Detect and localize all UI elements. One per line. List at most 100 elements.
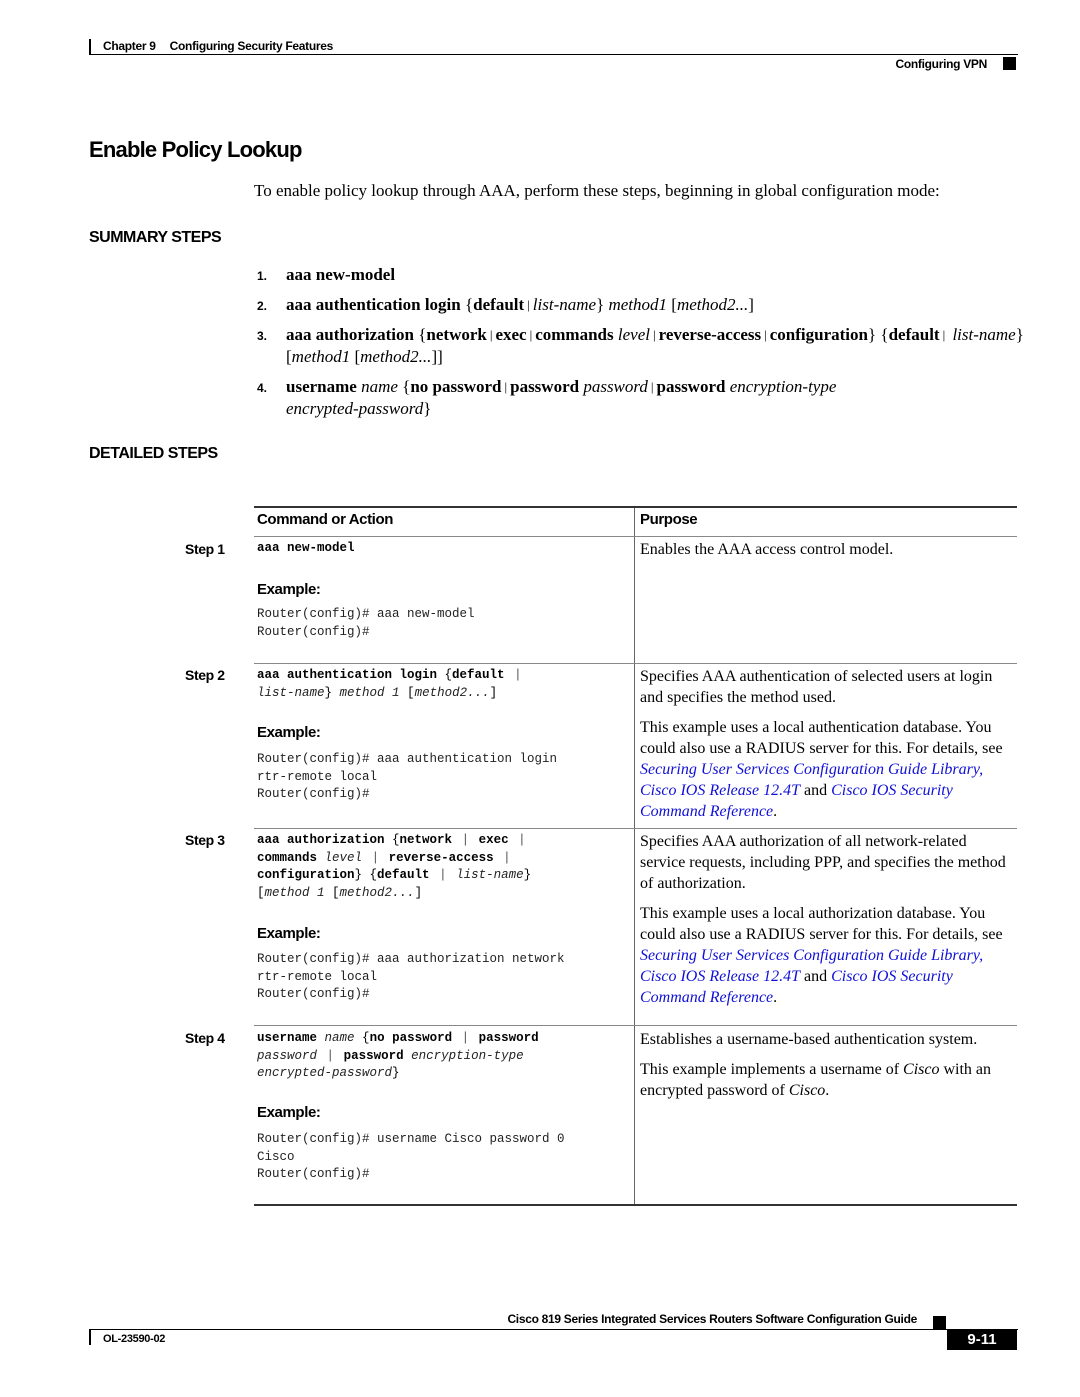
step-command: aaa new-model — [257, 540, 355, 558]
column-header-purpose: Purpose — [640, 511, 698, 528]
command-keyword: aaa authorization — [286, 325, 414, 344]
purpose-text: This example uses a local authentication… — [640, 719, 1003, 820]
example-code: Router(config)# username Cisco password … — [257, 1131, 565, 1184]
command-keyword: no password — [369, 1031, 453, 1045]
summary-steps-heading: SUMMARY STEPS — [89, 229, 222, 246]
command-keyword: exec — [478, 833, 509, 847]
command-keyword: exec — [495, 325, 527, 344]
step-number: 3. — [257, 329, 268, 343]
step-command: username name {no password | password pa… — [257, 1031, 539, 1080]
command-keyword: default — [473, 295, 525, 314]
command-keyword: no password — [410, 377, 502, 396]
step-label: Step 2 — [185, 667, 225, 683]
command-arg: list-name — [952, 325, 1016, 344]
summary-step: 3. aaa authorization {network | exec | comma… — [257, 325, 1024, 366]
command-arg: list-name — [456, 868, 524, 882]
row-rule — [254, 663, 1017, 664]
command-keyword: aaa new-model — [257, 541, 355, 555]
detailed-steps-heading: DETAILED STEPS — [89, 445, 218, 462]
command-keyword: configuration — [257, 868, 355, 882]
command-arg: method 1 — [264, 885, 325, 900]
step-number: 4. — [257, 381, 268, 395]
step-label: Step 1 — [185, 541, 225, 557]
code-line: Router(config)# aaa authorization networ… — [257, 952, 565, 966]
purpose-text: This example uses a local authorization … — [640, 905, 1003, 1006]
code-line: Router(config)# username Cisco password … — [257, 1132, 565, 1146]
step-purpose: Enables the AAA access control model. — [640, 539, 1012, 569]
purpose-sentence: This example uses a local authentication… — [640, 719, 1003, 757]
code-line: rtr-remote local — [257, 969, 378, 984]
step-label: Step 4 — [185, 1030, 225, 1046]
table-top-rule — [254, 506, 1017, 508]
command-arg: name — [324, 1031, 355, 1045]
command-arg: level — [324, 850, 363, 865]
code-line: Cisco — [257, 1149, 295, 1164]
page-number: 9-11 — [947, 1330, 1017, 1350]
footer-rule — [89, 1329, 1018, 1330]
command-keyword: reverse-access — [388, 850, 494, 865]
purpose-sentence: This example uses a local authorization … — [640, 905, 1003, 943]
purpose-text: This example implements a username of Ci… — [640, 1061, 992, 1099]
purpose-text: Specifies AAA authorization of all netwo… — [640, 833, 1006, 892]
command-arg: method2... — [360, 347, 432, 366]
command-arg: encrypted-password — [286, 399, 424, 418]
purpose-text: Specifies AAA authentication of selected… — [640, 668, 993, 706]
command-arg: method1 — [291, 347, 351, 366]
conjunction: and — [803, 782, 828, 799]
command-arg: encryption-type — [729, 377, 837, 396]
header-margin-bar — [89, 39, 91, 54]
command-keyword: aaa authentication login — [286, 295, 461, 314]
command-keyword: password — [656, 377, 726, 396]
command-arg: method2... — [339, 885, 415, 900]
step-label: Step 3 — [185, 832, 225, 848]
example-code: Router(config)# aaa authorization networ… — [257, 951, 565, 1004]
purpose-text: Enables the AAA access control model. — [640, 541, 894, 558]
header-row-rule — [254, 536, 1017, 537]
step-number: 2. — [257, 299, 268, 313]
command-arg: method 1 — [339, 685, 400, 700]
command-keyword: password — [343, 1048, 404, 1063]
command-keyword: username — [286, 377, 357, 396]
footer-margin-bar — [89, 1330, 91, 1345]
command-arg: method2... — [414, 685, 490, 700]
command-keyword: username — [257, 1031, 318, 1045]
example-label: Example: — [257, 724, 321, 741]
command-keyword: network — [426, 325, 487, 344]
example-code: Router(config)# aaa new-model Router(conf… — [257, 606, 475, 641]
command-keyword: reverse-access — [658, 325, 762, 344]
footer-doc-number: OL-23590-02 — [103, 1333, 166, 1345]
chapter-title: Configuring Security Features — [169, 39, 334, 53]
command-keyword: commands — [257, 850, 318, 865]
header-chapter: Chapter 9 Configuring Security Features — [103, 39, 333, 53]
header-marker-square — [1003, 57, 1016, 70]
intro-text: To enable policy lookup through AAA, per… — [254, 181, 940, 200]
purpose-sentence: This example implements a username of — [640, 1061, 900, 1078]
table-column-divider — [634, 508, 635, 1205]
code-line: Router(config)# aaa new-model — [257, 607, 475, 621]
username-value: Cisco — [903, 1061, 940, 1078]
command-arg: list-name — [257, 685, 325, 700]
conjunction: and — [803, 968, 828, 985]
summary-steps-list: 1. aaa new-model 2. aaa authentication l… — [257, 264, 1027, 428]
table-bottom-rule — [254, 1204, 1017, 1206]
code-line: rtr-remote local — [257, 769, 378, 784]
example-label: Example: — [257, 581, 321, 598]
command-arg: encrypted-password — [257, 1066, 393, 1080]
command-keyword: network — [399, 833, 453, 847]
command-arg: password — [257, 1048, 318, 1063]
command-keyword: default — [377, 868, 430, 882]
code-line: Router(config)# — [257, 624, 370, 639]
step-number: 1. — [257, 269, 268, 283]
row-rule — [254, 828, 1017, 829]
command-arg: password — [583, 377, 648, 396]
command-arg: level — [617, 325, 650, 344]
command-keyword: commands — [535, 325, 614, 344]
step-purpose: Establishes a username-based authenticat… — [640, 1029, 1012, 1110]
step-command: aaa authentication login {default | list… — [257, 668, 522, 700]
command-keyword: default — [888, 325, 940, 344]
step-command: aaa authorization {network | exec | comm… — [257, 833, 532, 900]
code-line: Router(config)# — [257, 787, 370, 801]
footer-guide-title: Cisco 819 Series Integrated Services Rou… — [507, 1312, 917, 1326]
command-arg: method1 — [608, 295, 668, 314]
command-arg: encryption-type — [411, 1048, 524, 1063]
